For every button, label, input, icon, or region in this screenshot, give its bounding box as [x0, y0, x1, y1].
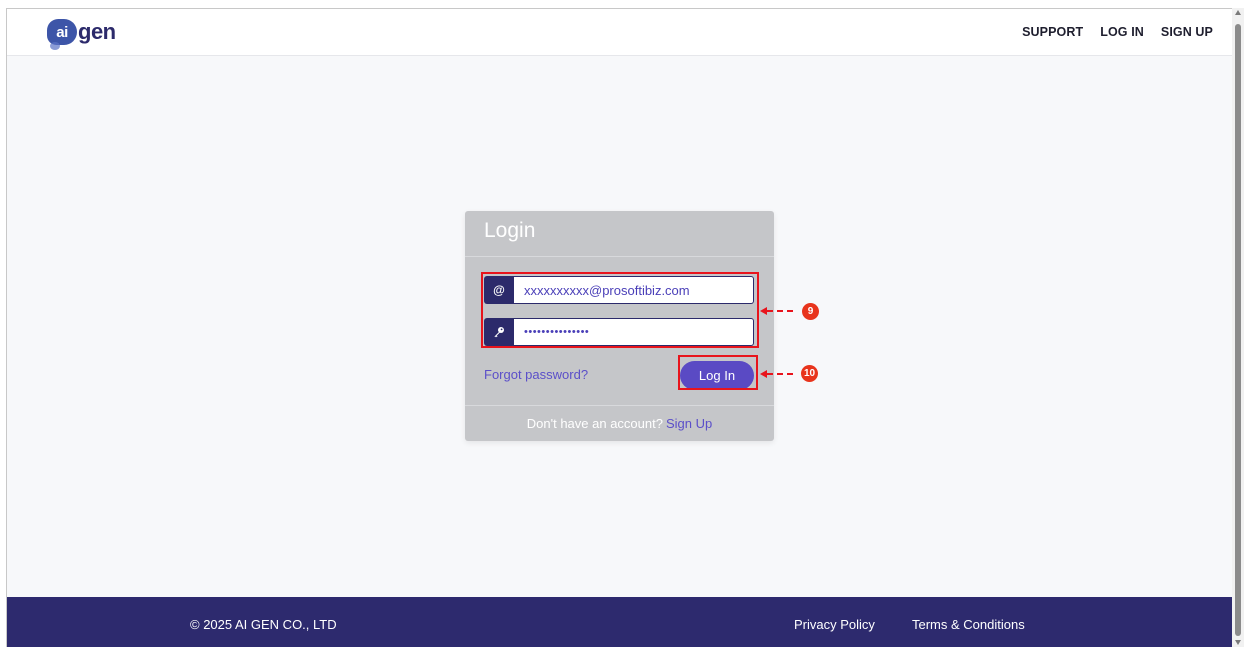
top-nav: SUPPORT LOG IN SIGN UP [1022, 25, 1213, 39]
scroll-up-arrow-icon[interactable] [1235, 10, 1241, 15]
privacy-policy-link[interactable]: Privacy Policy [794, 617, 875, 632]
annotation-badge-10: 10 [801, 365, 818, 382]
annotation-badge-9: 9 [802, 303, 819, 320]
vertical-scrollbar[interactable] [1232, 8, 1244, 647]
annotation-box-login [678, 355, 758, 390]
terms-link[interactable]: Terms & Conditions [912, 617, 1025, 632]
brand-logo[interactable]: ai gen [47, 15, 116, 50]
browser-viewport: ai gen SUPPORT LOG IN SIGN UP Login @ xx… [6, 8, 1232, 647]
no-account-text: Don't have an account? [526, 416, 663, 431]
signup-prompt: Don't have an account? Sign Up [465, 405, 774, 441]
forgot-password-link[interactable]: Forgot password? [484, 367, 588, 382]
top-header: ai gen SUPPORT LOG IN SIGN UP [7, 9, 1232, 56]
page-footer: © 2025 AI GEN CO., LTD Privacy Policy Te… [7, 597, 1232, 647]
annotation-arrowhead [760, 307, 767, 315]
copyright-text: © 2025 AI GEN CO., LTD [190, 617, 337, 632]
logo-mark: ai [47, 19, 77, 50]
login-title: Login [465, 211, 774, 257]
nav-support-link[interactable]: SUPPORT [1022, 25, 1083, 39]
logo-wordmark: gen [78, 19, 116, 44]
scroll-thumb[interactable] [1235, 24, 1241, 636]
annotation-box-inputs [481, 272, 759, 348]
nav-signup-link[interactable]: SIGN UP [1161, 25, 1213, 39]
scroll-down-arrow-icon[interactable] [1235, 640, 1241, 645]
nav-login-link[interactable]: LOG IN [1100, 25, 1144, 39]
annotation-arrow [767, 373, 793, 375]
annotation-arrowhead [760, 370, 767, 378]
annotation-arrow [767, 310, 793, 312]
signup-link[interactable]: Sign Up [666, 416, 712, 431]
